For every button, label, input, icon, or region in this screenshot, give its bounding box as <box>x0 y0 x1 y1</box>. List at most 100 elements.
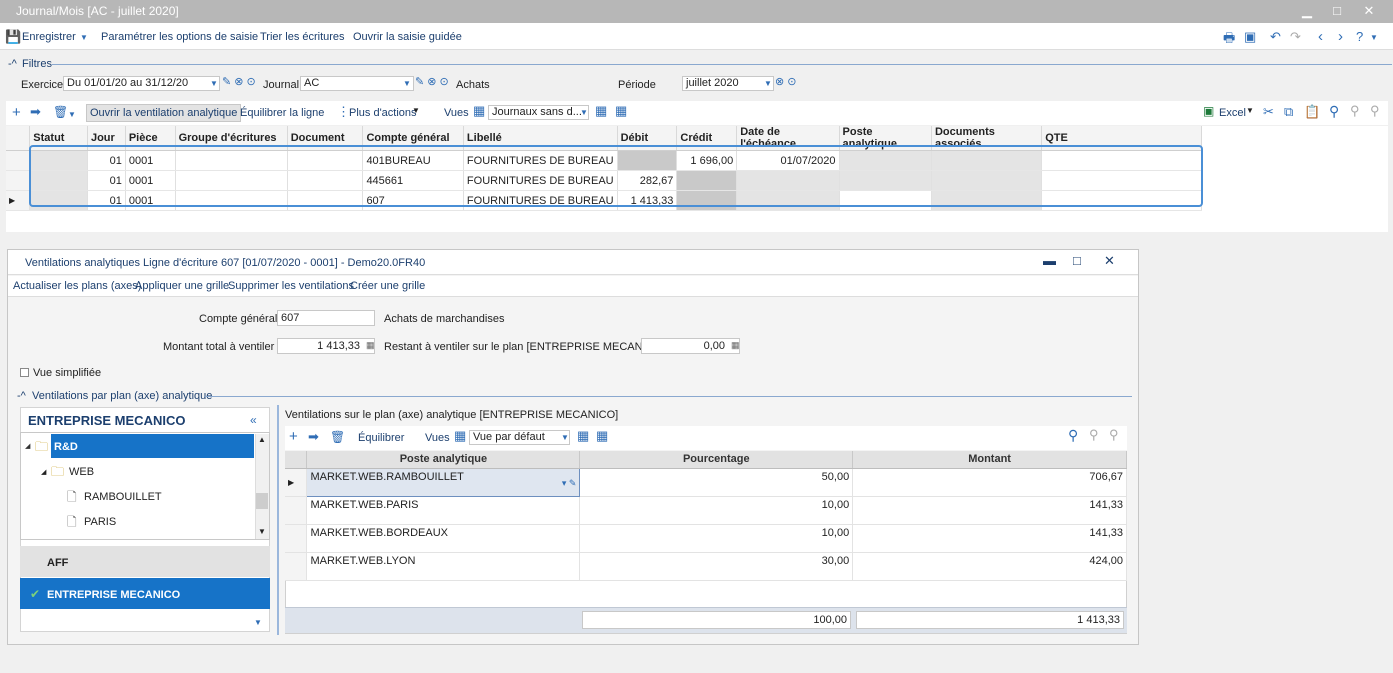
cell-docs[interactable] <box>931 170 1043 191</box>
col-echeance[interactable]: Date de l'échéance <box>736 126 840 151</box>
excel-button[interactable]: Excel <box>1219 107 1246 119</box>
expand-icon[interactable]: ◢ <box>41 468 46 476</box>
delete-icon[interactable]: 🗑 <box>53 105 68 119</box>
cell-debit[interactable]: 1 413,33 <box>617 190 678 211</box>
table-row[interactable]: MARKET.WEB.PARIS 10,00 141,33 <box>285 496 1127 525</box>
edit-icon[interactable]: ✎ ⊗ ⊙ <box>222 75 256 88</box>
col-document[interactable]: Document <box>287 126 364 151</box>
table-row[interactable]: 01 0001 445661 FOURNITURES DE BUREAU 282… <box>6 170 1202 191</box>
cell-credit[interactable] <box>676 170 738 191</box>
cell-credit[interactable] <box>676 190 738 211</box>
col-docs[interactable]: Documents associés <box>931 126 1043 151</box>
chevron-right-icon[interactable]: › <box>1338 28 1343 45</box>
redo-icon[interactable]: ↷ <box>1290 29 1301 45</box>
tree-node-rd[interactable]: R&D <box>54 441 78 453</box>
cell-statut[interactable] <box>29 150 88 171</box>
minimize-button[interactable]: ▁ <box>1290 0 1324 23</box>
cell-piece[interactable]: 0001 <box>125 190 176 211</box>
open-analytics-button[interactable]: Ouvrir la ventilation analytique <box>86 104 242 122</box>
search-prev-icon[interactable]: ⚲ <box>1109 427 1119 443</box>
cell-document[interactable] <box>287 190 364 211</box>
table-row[interactable]: ▶ MARKET.WEB.RAMBOUILLET ▾ ✎ 50,00 706,67 <box>285 467 1127 497</box>
periode-select[interactable]: juillet 2020 <box>682 76 774 91</box>
save-icon[interactable]: 💾 <box>5 29 21 45</box>
dialog-maximize-button[interactable]: □ <box>1073 253 1081 268</box>
add-icon[interactable]: + <box>289 428 298 445</box>
cell-poste[interactable]: MARKET.WEB.RAMBOUILLET ▾ ✎ <box>306 467 581 497</box>
copy-icon[interactable]: ⧉ <box>1284 104 1293 120</box>
chevron-down-icon[interactable]: ▼ <box>1370 33 1378 42</box>
search-next-icon[interactable]: ⚲ <box>1350 103 1360 119</box>
cell-qte[interactable] <box>1041 190 1202 211</box>
excel-icon[interactable]: ▣ <box>1203 104 1214 118</box>
cell-pourcentage[interactable]: 30,00 <box>579 552 854 581</box>
dialog-close-button[interactable]: ✕ <box>1104 253 1115 269</box>
cell-piece[interactable]: 0001 <box>125 170 176 191</box>
search-icon[interactable]: ⚲ <box>1068 427 1078 444</box>
cell-debit[interactable] <box>617 150 678 171</box>
calculator-icon[interactable]: ▦ <box>731 340 740 351</box>
journal-select[interactable]: AC <box>300 76 414 91</box>
cell-poste[interactable] <box>839 190 932 211</box>
paste-icon[interactable]: 📋 <box>1304 104 1320 120</box>
current-row-icon[interactable]: ▶ <box>6 190 31 211</box>
arrow-right-icon[interactable]: ➡ <box>308 429 319 445</box>
cell-groupe[interactable] <box>175 190 288 211</box>
col-poste[interactable]: Poste analytique <box>839 126 932 151</box>
arrow-right-icon[interactable]: ➡ <box>30 104 41 120</box>
cell-libelle[interactable]: FOURNITURES DE BUREAU <box>463 170 618 191</box>
cell-jour[interactable]: 01 <box>87 170 126 191</box>
col-libelle[interactable]: Libellé <box>463 126 618 151</box>
scroll-up-icon[interactable]: ▲ <box>258 435 266 444</box>
guided-menu[interactable]: Ouvrir la saisie guidée <box>353 31 462 43</box>
add-icon[interactable]: + <box>12 104 21 121</box>
splitter[interactable] <box>277 405 279 635</box>
cell-docs[interactable] <box>931 150 1043 171</box>
row-indicator[interactable] <box>285 524 308 553</box>
cell-echeance[interactable] <box>736 170 840 191</box>
chevron-down-icon[interactable]: ▼ <box>80 33 88 42</box>
chevron-down-icon[interactable]: ▼ <box>68 110 76 119</box>
clear-icon[interactable]: ⊗ ⊙ <box>775 75 797 88</box>
ventilations-collapse-icon[interactable]: -^ <box>17 390 26 402</box>
search-next-icon[interactable]: ⚲ <box>1089 427 1099 443</box>
scroll-down-icon[interactable]: ▼ <box>258 527 266 536</box>
tree-node-rambouillet[interactable]: RAMBOUILLET <box>84 491 162 503</box>
save-menu[interactable]: Enregistrer <box>22 31 76 43</box>
refresh-plans-action[interactable]: Actualiser les plans (axes) <box>13 280 141 292</box>
chevron-left-icon[interactable]: ‹ <box>1318 28 1323 45</box>
col-piece[interactable]: Pièce <box>125 126 176 151</box>
row-indicator[interactable] <box>6 150 31 171</box>
cut-icon[interactable]: ✂ <box>1263 104 1274 120</box>
table-row[interactable]: 01 0001 401BUREAU FOURNITURES DE BUREAU … <box>6 150 1202 171</box>
print-icon[interactable]: 🖶 <box>1223 29 1235 51</box>
cell-poste[interactable] <box>839 150 932 171</box>
equilibrer-button[interactable]: Équilibrer <box>358 432 404 444</box>
row-indicator[interactable] <box>285 496 308 525</box>
chevron-down-icon[interactable]: ▼ <box>254 618 262 627</box>
search-prev-icon[interactable]: ⚲ <box>1370 103 1380 119</box>
cell-pourcentage[interactable]: 10,00 <box>579 496 854 525</box>
col-poste[interactable]: Poste analytique <box>306 451 581 469</box>
table-row[interactable]: MARKET.WEB.LYON 30,00 424,00 <box>285 552 1127 581</box>
help-icon[interactable]: ? <box>1356 29 1363 44</box>
cell-compte[interactable]: 401BUREAU <box>362 150 464 171</box>
create-grid-action[interactable]: Créer une grille <box>350 280 425 292</box>
current-row-icon[interactable]: ▶ <box>285 468 308 497</box>
cell-document[interactable] <box>287 170 364 191</box>
search-icon[interactable]: ⚲ <box>1329 103 1339 120</box>
balance-line-button[interactable]: Équilibrer la ligne <box>240 107 324 119</box>
tree-scrollbar[interactable] <box>255 434 269 539</box>
cell-groupe[interactable] <box>175 150 288 171</box>
cell-montant[interactable]: 141,33 <box>852 496 1127 525</box>
delete-icon[interactable]: 🗑 <box>330 430 345 444</box>
row-indicator[interactable] <box>285 552 308 581</box>
exercice-select[interactable]: Du 01/01/20 au 31/12/20 <box>63 76 220 91</box>
cell-debit[interactable]: 282,67 <box>617 170 678 191</box>
views-select[interactable]: Vue par défaut <box>469 430 570 445</box>
cell-poste[interactable]: MARKET.WEB.PARIS <box>306 496 581 525</box>
calculator-icon[interactable]: ▦ <box>366 340 375 351</box>
cell-document[interactable] <box>287 150 364 171</box>
cell-montant[interactable]: 424,00 <box>852 552 1127 581</box>
col-statut[interactable]: Statut <box>29 126 88 151</box>
